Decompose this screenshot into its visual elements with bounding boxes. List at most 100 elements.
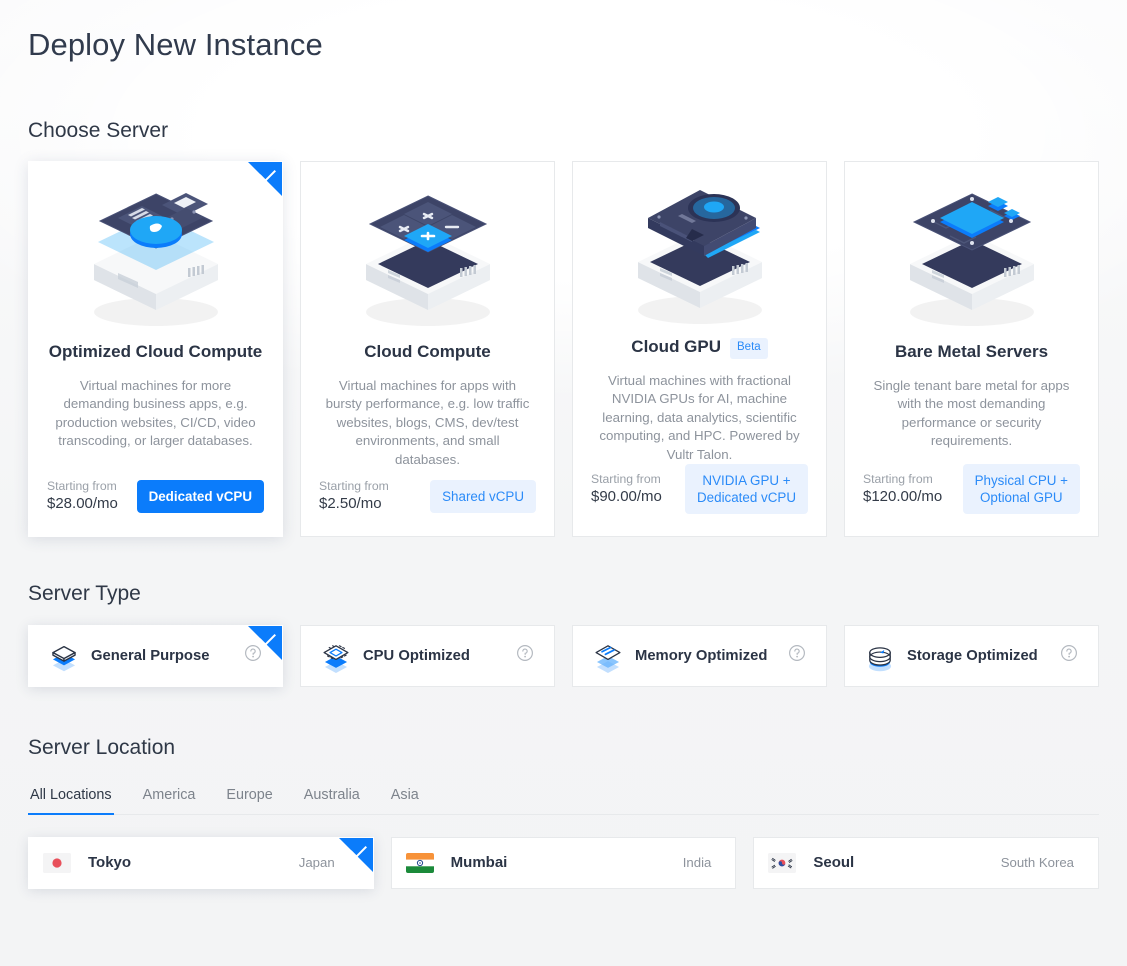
- server-card-title-row: Bare Metal Servers: [895, 342, 1048, 362]
- price-value: $28.00/mo: [47, 495, 118, 513]
- stacked-layers-icon: [52, 645, 76, 671]
- cloud-gpu-art: [637, 189, 762, 324]
- cloud-compute-art: [365, 195, 490, 327]
- price-from-label: Starting from: [319, 479, 389, 494]
- choose-server-heading: Choose Server: [28, 119, 169, 143]
- server-card-price-row: Starting from $2.50/mo Shared vCPU: [319, 478, 536, 514]
- server-card-list: Optimized Cloud Compute Virtual machines …: [28, 161, 1099, 538]
- server-type-memory-optimized[interactable]: Memory Optimized: [572, 624, 827, 687]
- cpu-type-pill[interactable]: NVIDIA GPU + Dedicated vCPU: [685, 464, 808, 515]
- price-from-label: Starting from: [47, 479, 117, 494]
- flag-south-korea: [768, 852, 797, 873]
- page-title: Deploy New Instance: [28, 27, 323, 62]
- server-card-price-row: Starting from $120.00/mo Physical CPU + Op…: [863, 464, 1080, 515]
- location-flag: [43, 852, 71, 873]
- server-type-label: General Purpose: [91, 647, 210, 664]
- server-type-icon: [45, 639, 83, 673]
- server-type-icon: [317, 639, 355, 673]
- check-icon: [259, 628, 276, 646]
- flag-india: [405, 852, 434, 873]
- location-city: Seoul: [813, 854, 855, 872]
- price-block: Starting from $90.00/mo: [591, 471, 662, 507]
- server-card-artwork: [47, 170, 264, 338]
- location-flag: [768, 852, 797, 873]
- price-value: $2.50/mo: [319, 495, 382, 513]
- server-type-heading: Server Type: [28, 582, 141, 606]
- location-tab-america[interactable]: America: [141, 786, 198, 814]
- help-icon-wrapper[interactable]: [1060, 644, 1078, 667]
- help-icon-wrapper[interactable]: [516, 644, 534, 667]
- location-tab-asia[interactable]: Asia: [389, 786, 421, 814]
- location-country: India: [682, 855, 712, 871]
- server-card-artwork: [863, 170, 1080, 338]
- selected-ribbon: [248, 625, 282, 660]
- server-card-title: Optimized Cloud Compute: [48, 342, 263, 362]
- server-card-description: Virtual machines for apps with bursty pe…: [325, 377, 530, 467]
- server-card-description: Single tenant bare metal for apps with t…: [873, 377, 1070, 449]
- server-card-title-row: Optimized Cloud Compute: [49, 342, 262, 362]
- location-card-mumbai[interactable]: Mumbai India: [390, 836, 737, 889]
- price-from-label: Starting from: [591, 472, 661, 487]
- server-card-cloud-compute[interactable]: Cloud Compute Virtual machines for apps w…: [300, 161, 555, 538]
- location-card-tokyo[interactable]: Tokyo Japan: [28, 836, 374, 889]
- server-type-general-purpose[interactable]: General Purpose: [28, 624, 283, 687]
- storage-disk-icon: [868, 646, 892, 671]
- selected-ribbon: [338, 837, 373, 872]
- server-card-title: Bare Metal Servers: [894, 342, 1049, 362]
- server-type-storage-optimized[interactable]: Storage Optimized: [844, 624, 1099, 687]
- help-icon[interactable]: [788, 644, 806, 662]
- server-type-label: Storage Optimized: [907, 647, 1038, 664]
- server-card-bare-metal-servers[interactable]: Bare Metal Servers Single tenant bare met…: [844, 161, 1099, 538]
- flag-japan: [43, 852, 71, 873]
- server-location-heading: Server Location: [28, 735, 176, 759]
- price-block: Starting from $2.50/mo: [319, 478, 389, 514]
- location-tab-all-locations[interactable]: All Locations: [28, 786, 114, 815]
- server-card-price-row: Starting from $90.00/mo NVIDIA GPU + Dedic…: [591, 464, 808, 515]
- price-from-label: Starting from: [863, 472, 933, 487]
- price-value: $90.00/mo: [591, 488, 662, 506]
- location-tab-bar: All Locations America Europe Australia Asia: [28, 786, 1099, 815]
- server-card-title: Cloud Compute: [364, 342, 491, 362]
- server-card-price-row: Starting from $28.00/mo Dedicated vCPU: [47, 478, 264, 514]
- server-card-optimized-cloud-compute[interactable]: Optimized Cloud Compute Virtual machines …: [28, 161, 283, 538]
- help-icon[interactable]: [516, 644, 534, 662]
- server-card-title-row: Cloud GPU Beta: [631, 337, 768, 359]
- location-card-list: Tokyo Japan Mumbai India Seoul South Korea: [28, 836, 1100, 889]
- server-type-icon: [861, 639, 899, 673]
- location-city: Tokyo: [88, 854, 132, 872]
- location-tab-europe[interactable]: Europe: [224, 786, 274, 814]
- price-block: Starting from $120.00/mo: [863, 471, 942, 507]
- server-card-title-row: Cloud Compute: [364, 342, 491, 362]
- location-country: South Korea: [1000, 855, 1075, 871]
- server-type-cpu-optimized[interactable]: CPU Optimized: [300, 624, 555, 687]
- server-type-label: Memory Optimized: [635, 647, 768, 664]
- check-icon: [259, 165, 276, 183]
- server-card-description: Virtual machines for more demanding busi…: [55, 377, 256, 449]
- server-type-label: CPU Optimized: [363, 647, 470, 664]
- server-card-cloud-gpu[interactable]: Cloud GPU Beta Virtual machines with fract…: [572, 161, 827, 538]
- cpu-type-pill[interactable]: Dedicated vCPU: [136, 479, 264, 513]
- location-tab-australia[interactable]: Australia: [302, 786, 362, 814]
- location-country: Japan: [298, 855, 335, 871]
- server-type-list: General Purpose CPU Optimized Memory Opt…: [28, 624, 1099, 687]
- cpu-chip-layers-icon: [323, 644, 349, 673]
- bare-metal-art: [909, 193, 1034, 327]
- server-card-title: Cloud GPU: [631, 337, 722, 357]
- location-card-seoul[interactable]: Seoul South Korea: [753, 836, 1100, 889]
- deploy-new-instance-page: Deploy New Instance Choose Server Optimi…: [0, 0, 1127, 966]
- memory-layers-icon: [595, 644, 621, 673]
- price-value: $120.00/mo: [863, 488, 943, 506]
- optimized-cloud-compute-art: [93, 193, 218, 327]
- server-card-artwork: [591, 170, 808, 333]
- cpu-type-pill[interactable]: Shared vCPU: [430, 479, 536, 513]
- cpu-type-pill[interactable]: Physical CPU + Optional GPU: [962, 464, 1080, 515]
- server-card-artwork: [319, 170, 536, 338]
- server-type-icon: [589, 639, 627, 673]
- help-icon-wrapper[interactable]: [788, 644, 806, 667]
- location-city: Mumbai: [450, 854, 508, 872]
- price-block: Starting from $28.00/mo: [47, 478, 118, 514]
- check-icon: [349, 840, 367, 858]
- beta-badge: Beta: [730, 338, 768, 359]
- selected-ribbon: [248, 162, 282, 197]
- help-icon[interactable]: [1060, 644, 1078, 662]
